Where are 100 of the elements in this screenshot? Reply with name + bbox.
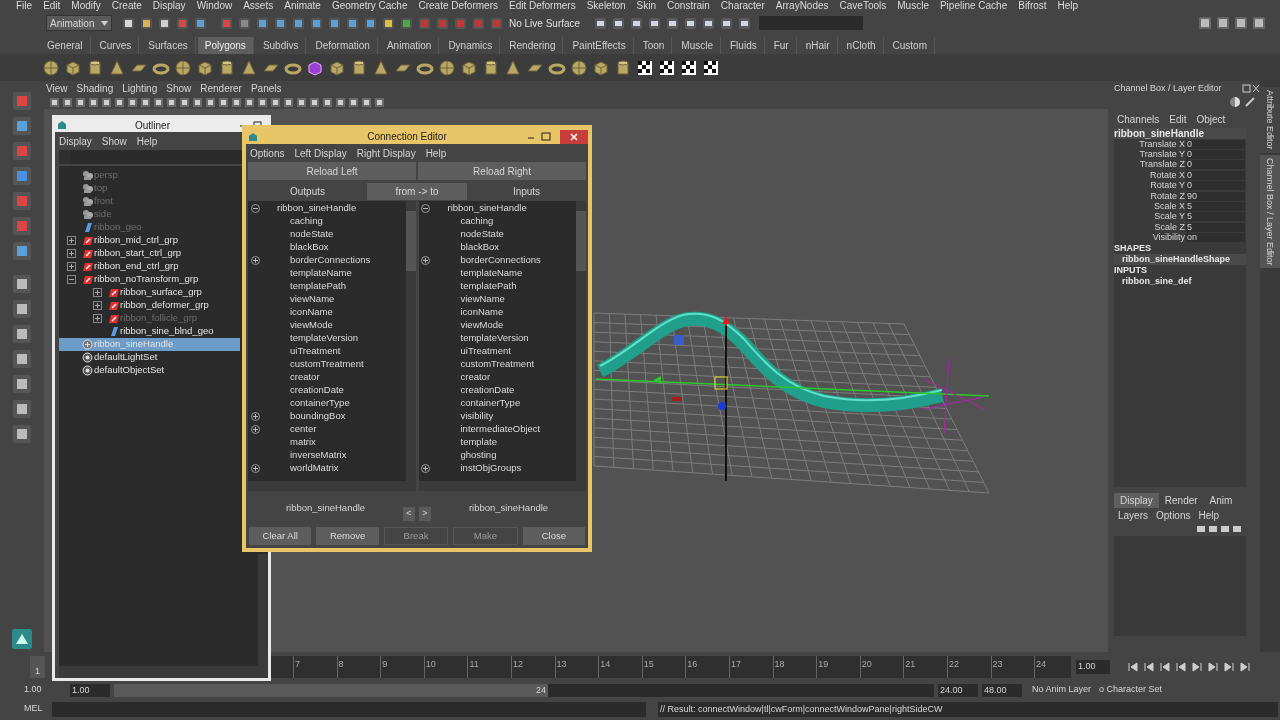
outliner-row[interactable]: ribbon_end_ctrl_grp: [59, 260, 240, 273]
panel-tool-icon[interactable]: [153, 96, 164, 108]
sphere-icon[interactable]: [1229, 96, 1241, 108]
attribute-item[interactable]: creationDate: [460, 383, 515, 398]
menu-item[interactable]: Help: [136, 133, 158, 149]
attribute-item[interactable]: template: [460, 435, 497, 450]
menu-item[interactable]: Create Deformers: [418, 1, 498, 11]
menu-item[interactable]: Show: [101, 133, 127, 149]
anim-layer-dropdown[interactable]: No Anim Layer: [1032, 683, 1092, 697]
menu-item[interactable]: Help: [1198, 508, 1220, 524]
outliner-item-label[interactable]: ribbon_deformer_grp: [120, 298, 209, 313]
tool-icon[interactable]: [12, 241, 32, 261]
panel-menu-item[interactable]: Show: [166, 80, 192, 96]
toolbar-icon[interactable]: [291, 15, 306, 31]
attribute-item[interactable]: viewMode: [460, 318, 504, 333]
panel-tool-icon[interactable]: [49, 96, 60, 108]
panel-tool-icon[interactable]: [192, 96, 203, 108]
next-button[interactable]: >: [419, 507, 431, 521]
attribute-item[interactable]: iconName: [290, 305, 333, 320]
outliner-item-label[interactable]: ribbon_end_ctrl_grp: [94, 259, 179, 274]
step-back-icon[interactable]: [1176, 662, 1186, 672]
panel-tool-icon[interactable]: [218, 96, 229, 108]
panel-tool-icon[interactable]: [283, 96, 294, 108]
attribute-item[interactable]: templateVersion: [460, 331, 529, 346]
attribute-item[interactable]: customTreatment: [460, 357, 535, 372]
cylinder-icon[interactable]: [614, 58, 632, 77]
panel-menu-item[interactable]: Panels: [250, 80, 282, 96]
menu-item[interactable]: File: [16, 1, 33, 11]
brush-icon[interactable]: [1244, 96, 1256, 108]
expand-icon[interactable]: [93, 314, 102, 323]
attribute-item[interactable]: visibility: [460, 409, 494, 424]
menu-item[interactable]: Edit: [1169, 111, 1187, 127]
expand-icon[interactable]: [250, 256, 260, 265]
panel-menu-item[interactable]: Shading: [76, 80, 114, 96]
menu-item[interactable]: Display: [152, 1, 186, 11]
outliner-item-label[interactable]: defaultLightSet: [94, 350, 158, 365]
tool-icon[interactable]: [12, 166, 32, 186]
menu-item[interactable]: Window: [196, 1, 233, 11]
cylinder-icon[interactable]: [218, 58, 236, 77]
attribute-item[interactable]: instObjGroups: [460, 461, 522, 476]
panel-tool-icon[interactable]: [335, 96, 346, 108]
toolbar-icon[interactable]: [719, 15, 735, 31]
menu-item[interactable]: Object: [1196, 111, 1226, 127]
range-bar[interactable]: 24: [114, 683, 548, 697]
menu-item[interactable]: Constrain: [667, 1, 710, 11]
attribute-item[interactable]: containerType: [460, 396, 521, 411]
toolbar-icon[interactable]: [309, 15, 324, 31]
panel-tool-icon[interactable]: [296, 96, 307, 108]
expand-icon[interactable]: [250, 464, 260, 473]
outliner-item-label[interactable]: ribbon_surface_grp: [120, 285, 202, 300]
channel-value[interactable]: 5: [1186, 202, 1245, 212]
checker-icon[interactable]: [636, 58, 654, 77]
cone-icon[interactable]: [372, 58, 390, 77]
expand-icon[interactable]: [93, 288, 102, 297]
scrollbar[interactable]: [576, 201, 586, 481]
scrollbar[interactable]: [248, 481, 416, 491]
menu-item[interactable]: Help: [425, 145, 447, 161]
outliner-row[interactable]: ribbon_noTransform_grp: [59, 273, 240, 286]
play-icon[interactable]: [1192, 662, 1202, 672]
menu-item[interactable]: Pipeline Cache: [939, 1, 1008, 11]
panel-tool-icon[interactable]: [140, 96, 151, 108]
panel-tool-icon[interactable]: [114, 96, 125, 108]
attribute-item[interactable]: nodeState: [290, 227, 334, 242]
scrollbar[interactable]: [418, 481, 586, 491]
tool-icon[interactable]: [12, 116, 32, 136]
attribute-item[interactable]: blackBox: [290, 240, 329, 255]
panel-tool-icon[interactable]: [205, 96, 216, 108]
attribute-item[interactable]: center: [290, 422, 317, 437]
attribute-item[interactable]: creationDate: [290, 383, 344, 398]
attribute-item[interactable]: caching: [290, 214, 323, 229]
outliner-row[interactable]: defaultObjectSet: [59, 364, 240, 377]
app-icon[interactable]: [11, 628, 33, 650]
outliner-row[interactable]: defaultLightSet: [59, 351, 240, 364]
toolbar-icon[interactable]: [193, 15, 208, 31]
toolbar-icon[interactable]: [611, 15, 627, 31]
panel-tool-icon[interactable]: [361, 96, 372, 108]
panel-tool-icon[interactable]: [309, 96, 320, 108]
tool-icon[interactable]: [12, 324, 32, 344]
attribute-item[interactable]: boundingBox: [290, 409, 346, 424]
attribute-item[interactable]: templatePath: [460, 279, 517, 294]
layer-tool-icon[interactable]: [1220, 523, 1230, 534]
end-time-field[interactable]: 48.00: [982, 683, 1022, 697]
attribute-item[interactable]: nodeState: [460, 227, 504, 242]
panel-tool-icon[interactable]: [62, 96, 73, 108]
outliner-row[interactable]: ribbon_mid_ctrl_grp: [59, 234, 240, 247]
channel-value[interactable]: 0: [1186, 181, 1245, 191]
checker-icon[interactable]: [658, 58, 676, 77]
tool-icon[interactable]: [12, 274, 32, 294]
shelf-tab[interactable]: Polygons: [197, 37, 254, 54]
dialog-button[interactable]: Close: [522, 527, 586, 545]
panel-tool-icon[interactable]: [244, 96, 255, 108]
character-set-dropdown[interactable]: o Character Set: [1099, 683, 1163, 697]
cone-icon[interactable]: [240, 58, 258, 77]
expand-icon[interactable]: [93, 301, 102, 310]
attribute-item[interactable]: templateVersion: [290, 331, 359, 346]
outliner-row[interactable]: ribbon_surface_grp: [59, 286, 240, 299]
attribute-item[interactable]: creator: [460, 370, 491, 385]
menu-item[interactable]: Create: [111, 1, 142, 11]
panel-toggle-icon[interactable]: [1198, 16, 1212, 30]
expand-icon[interactable]: [250, 425, 260, 434]
